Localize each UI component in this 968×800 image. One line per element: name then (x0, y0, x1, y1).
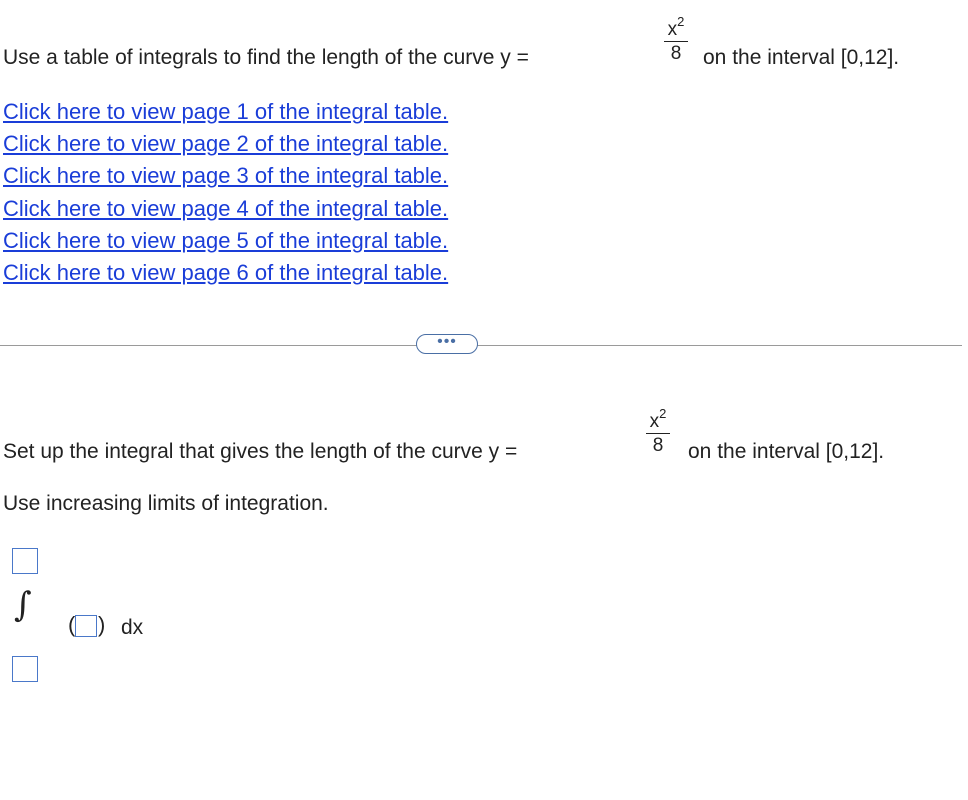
differential-dx: dx (121, 616, 144, 639)
question-fraction: x2 8 (664, 13, 688, 64)
close-paren: ) (98, 612, 106, 637)
question-prefix: Use a table of integrals to find the len… (3, 46, 529, 69)
part-fraction-denominator: 8 (652, 435, 664, 456)
expand-more-button[interactable]: ••• (416, 334, 478, 354)
question-suffix: on the interval [0,12]. (703, 46, 900, 69)
fraction-exponent: 2 (677, 13, 685, 29)
fraction-numerator: x2 (667, 13, 685, 40)
integral-table-link-page-3[interactable]: Click here to view page 3 of the integra… (3, 160, 448, 192)
part-fraction-numerator: x2 (649, 405, 667, 432)
part-fraction-exponent: 2 (659, 405, 667, 421)
integral-table-link-page-6[interactable]: Click here to view page 6 of the integra… (3, 257, 448, 289)
part-suffix: on the interval [0,12]. (688, 440, 885, 463)
integral-table-link-page-1[interactable]: Click here to view page 1 of the integra… (3, 96, 448, 128)
part-instruction: Use increasing limits of integration. (3, 492, 329, 515)
part-fraction: x2 8 (646, 405, 670, 456)
part-prefix: Set up the integral that gives the lengt… (3, 440, 518, 463)
integral-sign: ∫ (14, 585, 32, 625)
integral-table-link-page-5[interactable]: Click here to view page 5 of the integra… (3, 225, 448, 257)
question-text: Use a table of integrals to find the len… (3, 46, 529, 70)
part-prompt: Set up the integral that gives the lengt… (3, 440, 517, 464)
section-divider (0, 345, 962, 346)
integral-table-links: Click here to view page 1 of the integra… (3, 96, 448, 289)
lower-limit-input[interactable] (12, 656, 38, 682)
integral-table-link-page-4[interactable]: Click here to view page 4 of the integra… (3, 193, 448, 225)
integrand-input[interactable] (75, 615, 97, 637)
part-fraction-bar (646, 433, 670, 434)
fraction-bar (664, 41, 688, 42)
fraction-denominator: 8 (670, 43, 682, 64)
integral-table-link-page-2[interactable]: Click here to view page 2 of the integra… (3, 128, 448, 160)
upper-limit-input[interactable] (12, 548, 38, 574)
